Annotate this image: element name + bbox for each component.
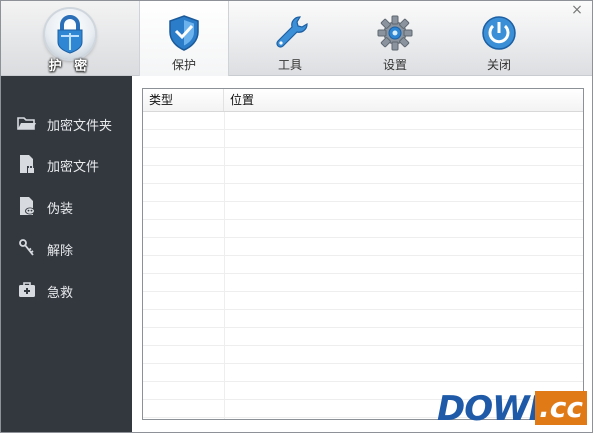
column-divider (224, 112, 225, 419)
sidebar-item-label: 解除 (47, 244, 74, 259)
folder-icon (17, 117, 36, 130)
mask-file-icon (20, 197, 35, 215)
wrench-icon (276, 16, 308, 48)
sidebar-item-first-aid[interactable]: 急救 (1, 275, 132, 305)
window-close-button[interactable]: × (570, 3, 584, 17)
sidebar-item-encrypt-folder[interactable]: 加密文件夹 (1, 108, 132, 138)
tab-protect[interactable]: 保护 (139, 1, 229, 76)
gear-icon (377, 15, 413, 51)
shield-icon (169, 15, 199, 51)
tab-settings-label: 设置 (382, 58, 407, 72)
unlock-key-icon (19, 239, 34, 256)
sidebar-item-label: 加密文件夹 (47, 119, 113, 134)
sidebar-item-label: 急救 (47, 286, 74, 301)
main-panel: 类型 位置 (132, 76, 592, 432)
watermark-suffix: .cc (535, 391, 587, 425)
power-icon (482, 16, 516, 50)
protected-items-table[interactable]: 类型 位置 (142, 88, 584, 420)
watermark-logo: DOWN .cc (437, 389, 589, 429)
table-body-empty (143, 112, 583, 419)
top-toolbar: 护 密 保护 工具 设置 关闭 × (1, 1, 592, 76)
sidebar-item-disguise[interactable]: 伪装 (1, 191, 132, 221)
first-aid-icon (19, 282, 35, 297)
file-lock-icon (20, 155, 35, 173)
tab-close-label: 关闭 (486, 58, 511, 72)
app-window: 护 密 保护 工具 设置 关闭 × 加密文件夹 加密文件 伪装 解除 急救 类型… (0, 0, 593, 433)
sidebar-item-encrypt-file[interactable]: 加密文件 (1, 149, 132, 179)
tab-tools-label: 工具 (277, 58, 302, 72)
column-header-type[interactable]: 类型 (143, 89, 224, 111)
tab-tools[interactable]: 工具 (246, 1, 334, 75)
sidebar: 加密文件夹 加密文件 伪装 解除 急救 (1, 76, 132, 432)
sidebar-item-label: 伪装 (47, 202, 74, 217)
table-header: 类型 位置 (143, 89, 583, 112)
logo-text: 护 密 (48, 59, 92, 74)
sidebar-item-unlock[interactable]: 解除 (1, 233, 132, 263)
tab-protect-label: 保护 (171, 58, 196, 72)
tab-close[interactable]: 关闭 (455, 1, 543, 75)
column-header-location[interactable]: 位置 (224, 89, 580, 111)
logo-lock-icon (45, 9, 95, 59)
app-logo: 护 密 (1, 1, 139, 75)
tab-settings[interactable]: 设置 (351, 1, 439, 75)
sidebar-item-label: 加密文件 (47, 160, 100, 175)
